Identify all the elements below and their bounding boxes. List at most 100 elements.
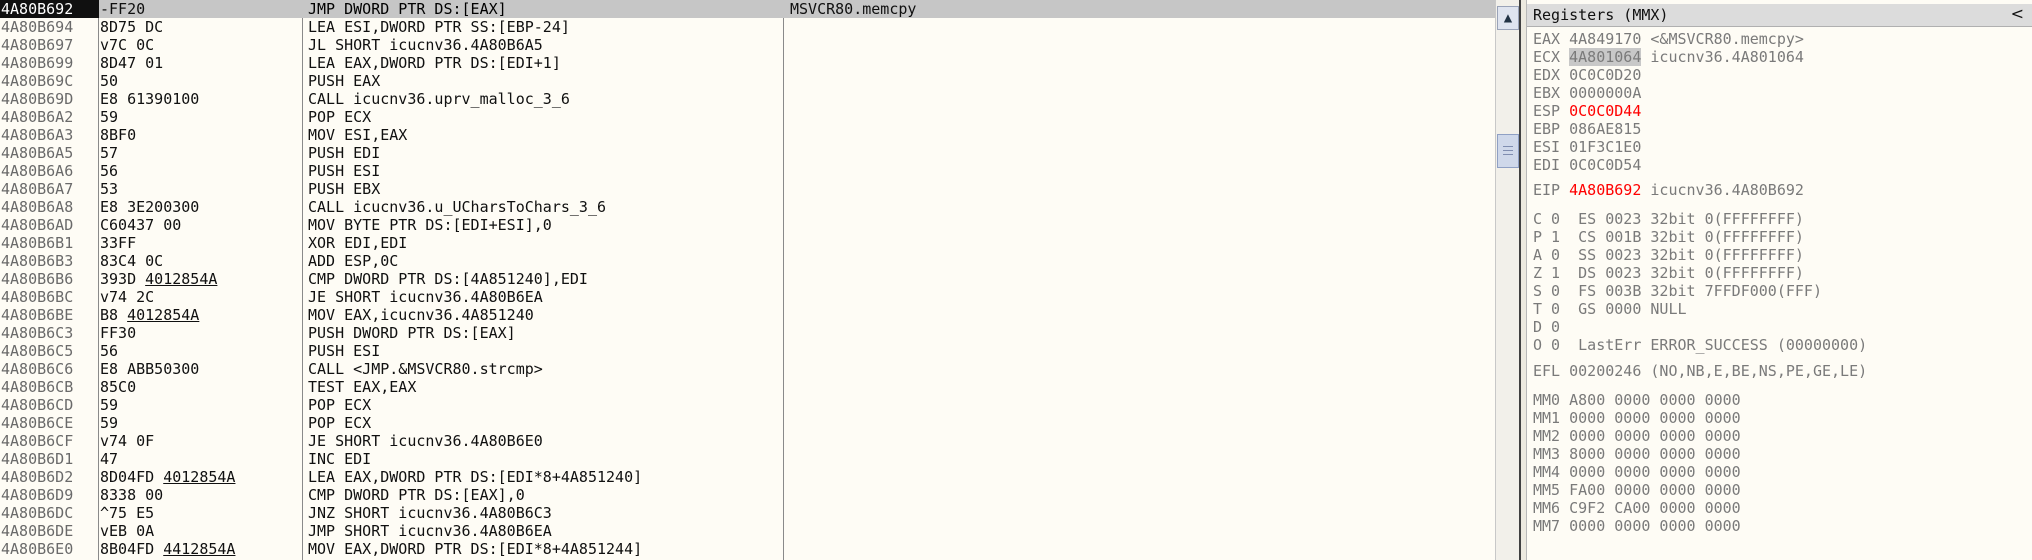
- disasm-row[interactable]: 4A80B6C5 56 PUSH ESI: [0, 342, 1495, 360]
- address-cell: 4A80B6D9: [1, 486, 74, 504]
- hex-dump-cell: 85C0: [100, 378, 296, 396]
- address-cell: 4A80B6A3: [1, 126, 74, 144]
- disasm-row[interactable]: 4A80B6A7 53 PUSH EBX: [0, 180, 1495, 198]
- instruction-cell: MOV BYTE PTR DS:[EDI+ESI],0: [308, 216, 552, 234]
- reg-ebp[interactable]: EBP 086AE815: [1533, 120, 1641, 138]
- disasm-row[interactable]: 4A80B6CE 59 POP ECX: [0, 414, 1495, 432]
- disasm-row[interactable]: 4A80B699 8D47 01 LEA EAX,DWORD PTR DS:[EDI…: [0, 54, 1495, 72]
- comment-cell: MSVCR80.memcpy: [790, 0, 917, 18]
- instruction-cell: JL SHORT icucnv36.4A80B6A5: [308, 36, 543, 54]
- hex-dump-cell: ^75 E5: [100, 504, 296, 522]
- hex-dump-cell: 59: [100, 108, 296, 126]
- instruction-cell: JE SHORT icucnv36.4A80B6E0: [308, 432, 543, 450]
- hex-dump-cell: 47: [100, 450, 296, 468]
- instruction-cell: POP ECX: [308, 396, 372, 414]
- reg-mm7[interactable]: MM7 0000 0000 0000 0000: [1533, 517, 1741, 535]
- disasm-row[interactable]: 4A80B6D1 47 INC EDI: [0, 450, 1495, 468]
- vertical-scrollbar[interactable]: ▲: [1495, 0, 1520, 560]
- reg-mm2[interactable]: MM2 0000 0000 0000 0000: [1533, 427, 1741, 445]
- address-cell: 4A80B6DC: [1, 504, 74, 522]
- hex-bytes: 8D75 DC: [100, 18, 164, 36]
- disasm-row[interactable]: 4A80B6BE B8 4012854A MOV EAX,icucnv36.4A85…: [0, 306, 1495, 324]
- disasm-row[interactable]: 4A80B6DE vEB 0A JMP SHORT icucnv36.4A80B6E…: [0, 522, 1495, 540]
- disasm-row[interactable]: 4A80B6A6 56 PUSH ESI: [0, 162, 1495, 180]
- hex-dump-cell: 8B04FD 4412854A: [100, 540, 296, 558]
- reg-efl[interactable]: EFL 00200246 (NO,NB,E,BE,NS,PE,GE,LE): [1533, 362, 1867, 380]
- disasm-row[interactable]: 4A80B6A3 8BF0 MOV ESI,EAX: [0, 126, 1495, 144]
- reg-mm1[interactable]: MM1 0000 0000 0000 0000: [1533, 409, 1741, 427]
- instruction-cell: JMP SHORT icucnv36.4A80B6EA: [308, 522, 552, 540]
- hex-bytes: 47: [100, 450, 119, 468]
- flag-s-line[interactable]: S 0 FS 003B 32bit 7FFDF000(FFF): [1533, 282, 1822, 300]
- hex-bytes: 56: [100, 342, 119, 360]
- reg-eip[interactable]: EIP 4A80B692 icucnv36.4A80B692: [1533, 181, 1804, 199]
- reg-esp[interactable]: ESP 0C0C0D44: [1533, 102, 1641, 120]
- instruction-cell: LEA ESI,DWORD PTR SS:[EBP-24]: [308, 18, 570, 36]
- disasm-row[interactable]: 4A80B6C6 E8 ABB50300 CALL <JMP.&MSVCR80.st…: [0, 360, 1495, 378]
- disasm-row[interactable]: 4A80B6B6 393D 4012854A CMP DWORD PTR DS:[4…: [0, 270, 1495, 288]
- disasm-row[interactable]: 4A80B6CF v74 0F JE SHORT icucnv36.4A80B6E0: [0, 432, 1495, 450]
- disassembly-pane[interactable]: 4A80B692 -FF20 JMP DWORD PTR DS:[EAX] MSVCR…: [0, 0, 1495, 560]
- reg-mm0[interactable]: MM0 A800 0000 0000 0000: [1533, 391, 1741, 409]
- comment-cell: [790, 162, 1490, 180]
- disasm-row[interactable]: 4A80B6E0 8B04FD 4412854A MOV EAX,DWORD PTR…: [0, 540, 1495, 558]
- hex-dump-cell: -FF20: [100, 0, 296, 18]
- instruction-cell: PUSH DWORD PTR DS:[EAX]: [308, 324, 516, 342]
- instruction-cell: ADD ESP,0C: [308, 252, 399, 270]
- comment-cell: [790, 450, 1490, 468]
- flag-c-line[interactable]: C 0 ES 0023 32bit 0(FFFFFFFF): [1533, 210, 1804, 228]
- disasm-row[interactable]: 4A80B6A8 E8 3E200300 CALL icucnv36.u_UChar…: [0, 198, 1495, 216]
- disasm-row[interactable]: 4A80B694 8D75 DC LEA ESI,DWORD PTR SS:[EBP…: [0, 18, 1495, 36]
- disasm-row[interactable]: 4A80B6D2 8D04FD 4012854A LEA EAX,DWORD PTR…: [0, 468, 1495, 486]
- disasm-row[interactable]: 4A80B6AD C60437 00 MOV BYTE PTR DS:[EDI+ES…: [0, 216, 1495, 234]
- hex-bytes: 8B04FD 4412854A: [100, 540, 236, 558]
- disasm-row[interactable]: 4A80B6DC ^75 E5 JNZ SHORT icucnv36.4A80B6C…: [0, 504, 1495, 522]
- scroll-up-button[interactable]: ▲: [1497, 6, 1519, 30]
- reg-ebx[interactable]: EBX 0000000A: [1533, 84, 1641, 102]
- reg-mm6[interactable]: MM6 C9F2 CA00 0000 0000: [1533, 499, 1741, 517]
- address-cell: 4A80B697: [1, 36, 74, 54]
- reg-eax[interactable]: EAX 4A849170 <&MSVCR80.memcpy>: [1533, 30, 1804, 48]
- reg-edi[interactable]: EDI 0C0C0D54: [1533, 156, 1641, 174]
- reg-edx[interactable]: EDX 0C0C0D20: [1533, 66, 1641, 84]
- disasm-row[interactable]: 4A80B6D9 8338 00 CMP DWORD PTR DS:[EAX],0: [0, 486, 1495, 504]
- instruction-cell: INC EDI: [308, 450, 372, 468]
- reg-mm5[interactable]: MM5 FA00 0000 0000 0000: [1533, 481, 1741, 499]
- flag-a-line[interactable]: A 0 SS 0023 32bit 0(FFFFFFFF): [1533, 246, 1804, 264]
- pane-splitter[interactable]: [1519, 0, 1527, 560]
- disasm-row[interactable]: 4A80B6CD 59 POP ECX: [0, 396, 1495, 414]
- reg-esi[interactable]: ESI 01F3C1E0: [1533, 138, 1641, 156]
- disassembly-rows: 4A80B692 -FF20 JMP DWORD PTR DS:[EAX] MSVCR…: [0, 0, 1495, 558]
- hex-dump-cell: E8 ABB50300: [100, 360, 296, 378]
- disasm-row[interactable]: 4A80B6C3 FF30 PUSH DWORD PTR DS:[EAX]: [0, 324, 1495, 342]
- reg-mm3[interactable]: MM3 8000 0000 0000 0000: [1533, 445, 1741, 463]
- flag-z-line[interactable]: Z 1 DS 0023 32bit 0(FFFFFFFF): [1533, 264, 1804, 282]
- disasm-row[interactable]: 4A80B69C 50 PUSH EAX: [0, 72, 1495, 90]
- disasm-row[interactable]: 4A80B6B3 83C4 0C ADD ESP,0C: [0, 252, 1495, 270]
- disasm-row[interactable]: 4A80B6A5 57 PUSH EDI: [0, 144, 1495, 162]
- reg-mm4[interactable]: MM4 0000 0000 0000 0000: [1533, 463, 1741, 481]
- flag-t-line[interactable]: T 0 GS 0000 NULL: [1533, 300, 1687, 318]
- address-cell: 4A80B6A6: [1, 162, 74, 180]
- registers-pane[interactable]: Registers (MMX) < EAX 4A849170 <&MSVCR80…: [1527, 0, 2032, 560]
- disasm-row[interactable]: 4A80B6B1 33FF XOR EDI,EDI: [0, 234, 1495, 252]
- disasm-row[interactable]: 4A80B6A2 59 POP ECX: [0, 108, 1495, 126]
- scroll-thumb[interactable]: [1497, 134, 1519, 168]
- flag-p-line[interactable]: P 1 CS 001B 32bit 0(FFFFFFFF): [1533, 228, 1804, 246]
- address-cell: 4A80B6C5: [1, 342, 74, 360]
- disasm-row[interactable]: 4A80B697 v7C 0C JL SHORT icucnv36.4A80B6A5: [0, 36, 1495, 54]
- disasm-row[interactable]: 4A80B6CB 85C0 TEST EAX,EAX: [0, 378, 1495, 396]
- collapse-arrow-icon[interactable]: <: [2011, 4, 2024, 23]
- disasm-row[interactable]: 4A80B69D E8 61390100 CALL icucnv36.uprv_ma…: [0, 90, 1495, 108]
- registers-header[interactable]: Registers (MMX) <: [1527, 4, 2032, 27]
- hex-bytes: E8 61390100: [100, 90, 200, 108]
- flag-d-line[interactable]: D 0: [1533, 318, 1560, 336]
- instruction-cell: MOV EAX,icucnv36.4A851240: [308, 306, 534, 324]
- disasm-row[interactable]: 4A80B692 -FF20 JMP DWORD PTR DS:[EAX] MSVCR…: [0, 0, 1495, 18]
- reg-ecx[interactable]: ECX 4A801064 icucnv36.4A801064: [1533, 48, 1804, 66]
- hex-dump-cell: E8 3E200300: [100, 198, 296, 216]
- address-cell: 4A80B6AD: [1, 216, 74, 234]
- flag-o-line[interactable]: O 0 LastErr ERROR_SUCCESS (00000000): [1533, 336, 1867, 354]
- disasm-row[interactable]: 4A80B6BC v74 2C JE SHORT icucnv36.4A80B6EA: [0, 288, 1495, 306]
- instruction-cell: POP ECX: [308, 414, 372, 432]
